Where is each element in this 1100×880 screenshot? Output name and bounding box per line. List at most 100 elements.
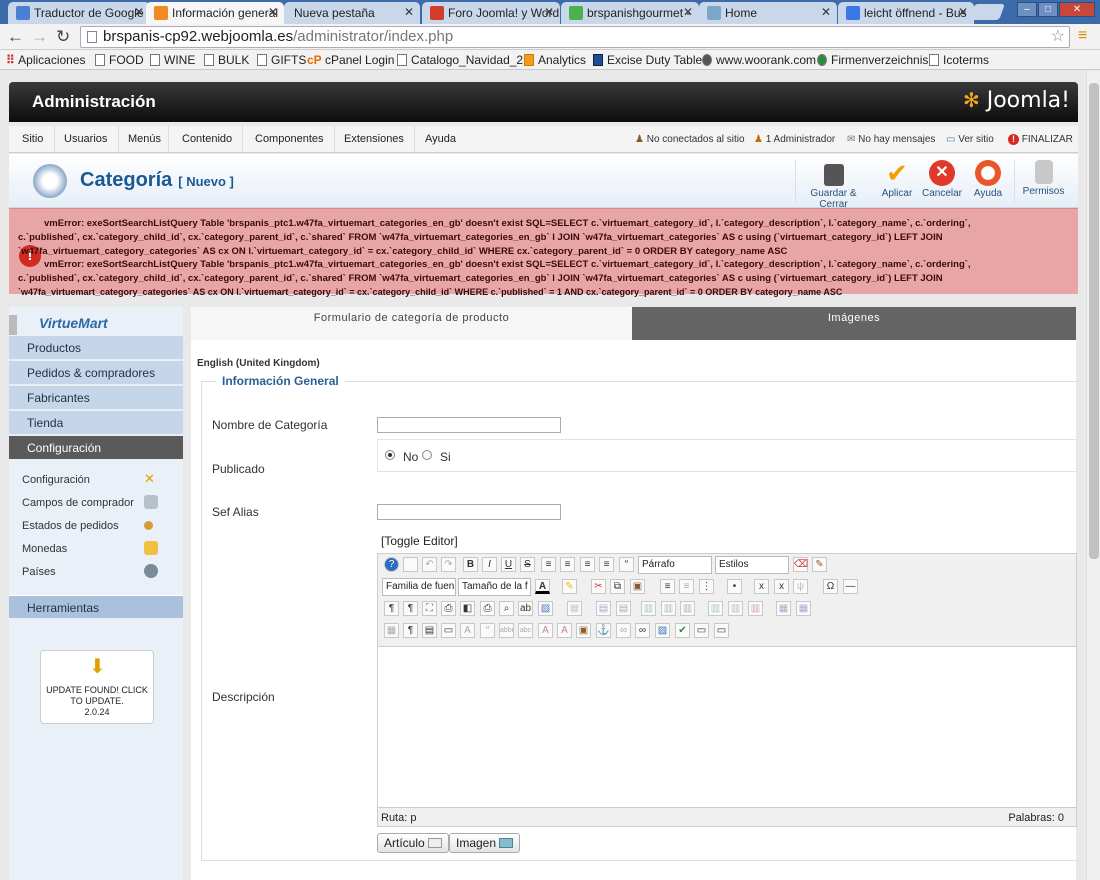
sidebar-item-fabricantes[interactable]: Fabricantes: [9, 386, 183, 410]
show-blocks-icon[interactable]: ¶: [403, 623, 418, 638]
horizontal-rule-icon[interactable]: —: [843, 579, 858, 594]
browser-tab[interactable]: Foro Joomla! y Word ✕: [422, 2, 560, 24]
table-props-icon[interactable]: ▦: [796, 601, 811, 616]
del-icon[interactable]: A: [538, 623, 553, 638]
unlink-icon[interactable]: ∞: [616, 623, 631, 638]
merge-icon[interactable]: ▥: [708, 601, 723, 616]
bookmark-icoterms[interactable]: Icoterms: [929, 53, 989, 67]
forward-arrow-icon[interactable]: →: [31, 27, 48, 47]
update-notice[interactable]: ⬇ UPDATE FOUND! CLICK TO UPDATE. 2.0.24: [40, 650, 154, 724]
help-icon[interactable]: ?: [384, 557, 399, 572]
col-delete-icon[interactable]: ▥: [680, 601, 695, 616]
tab-images[interactable]: Imágenes: [632, 307, 1076, 340]
spellcheck-icon[interactable]: ✔: [675, 623, 690, 638]
tab-category-form[interactable]: Formulario de categoría de producto: [191, 307, 632, 340]
preview-icon[interactable]: ⎙: [441, 601, 456, 616]
bookmark-cpanel[interactable]: cP cPanel Login: [307, 53, 394, 67]
visual-aid-icon[interactable]: ▦: [384, 623, 399, 638]
table-icon[interactable]: ▦: [776, 601, 791, 616]
special-char-icon[interactable]: ψ: [793, 579, 808, 594]
text-color-icon[interactable]: A: [535, 579, 550, 594]
find-icon[interactable]: ⌕: [499, 601, 514, 616]
browser-tab[interactable]: leicht öffnend - Bus ✕: [838, 2, 974, 24]
ltr-icon[interactable]: ¶: [384, 601, 399, 616]
new-doc-icon[interactable]: [403, 557, 418, 572]
close-tab-icon[interactable]: ✕: [268, 5, 278, 19]
bold-icon[interactable]: B: [463, 557, 478, 572]
row-icon[interactable]: ▤: [596, 601, 611, 616]
close-tab-icon[interactable]: ✕: [958, 5, 968, 19]
bookmark-food[interactable]: FOOD: [95, 53, 144, 67]
print-icon[interactable]: ⎙: [480, 601, 495, 616]
strikethrough-icon[interactable]: S: [520, 557, 535, 572]
close-window-button[interactable]: ✕: [1059, 2, 1095, 17]
template-icon[interactable]: ▤: [422, 623, 437, 638]
menu-ayuda[interactable]: Ayuda: [415, 126, 465, 153]
sidebar-item-configuracion[interactable]: Configuración: [9, 436, 183, 460]
html-icon[interactable]: ◧: [460, 601, 475, 616]
menu-usuarios[interactable]: Usuarios: [55, 126, 119, 153]
undo-icon[interactable]: ↶: [422, 557, 437, 572]
link-icon[interactable]: ∞: [635, 623, 650, 638]
pagebreak-icon[interactable]: ▭: [694, 623, 709, 638]
font-family-select[interactable]: Familia de fuen: [382, 578, 456, 596]
attributes-icon[interactable]: ▣: [576, 623, 591, 638]
maximize-button[interactable]: □: [1038, 2, 1058, 17]
col-before-icon[interactable]: ▥: [641, 601, 656, 616]
reload-icon[interactable]: ↻: [56, 27, 70, 47]
align-right-icon[interactable]: ≡: [599, 557, 614, 572]
media-icon[interactable]: ▭: [714, 623, 729, 638]
paste-word-icon[interactable]: ≡: [679, 579, 694, 594]
star-icon[interactable]: ☆: [1051, 27, 1065, 47]
split-icon[interactable]: ▥: [728, 601, 743, 616]
status-messages[interactable]: ✉ No hay mensajes: [847, 126, 935, 153]
category-name-input[interactable]: [377, 417, 561, 433]
browser-tab-active[interactable]: Información general ✕: [146, 2, 284, 24]
browser-tab[interactable]: Nueva pestaña ✕: [284, 2, 420, 24]
bookmark-analytics[interactable]: Analytics: [524, 53, 586, 67]
sidebar-sub-configuracion[interactable]: Configuración ✕: [22, 472, 155, 487]
menu-extensiones[interactable]: Extensiones: [335, 126, 415, 153]
sidebar-item-pedidos[interactable]: Pedidos & compradores: [9, 361, 183, 385]
sidebar-item-tienda[interactable]: Tienda: [9, 411, 183, 435]
menu-icon[interactable]: ≡: [1078, 27, 1087, 45]
sidebar-sub-campos[interactable]: Campos de comprador: [22, 495, 158, 509]
browser-tab[interactable]: Traductor de Google ✕: [8, 2, 150, 24]
image-button[interactable]: Imagen: [449, 833, 521, 853]
close-tab-icon[interactable]: ✕: [404, 5, 414, 19]
cut-icon[interactable]: ✂: [591, 579, 606, 594]
clear-format-icon[interactable]: ⌫: [793, 557, 808, 572]
paste-icon[interactable]: ▣: [630, 579, 645, 594]
subscript-icon[interactable]: x: [754, 579, 769, 594]
scrollbar-thumb[interactable]: [1089, 83, 1099, 559]
sef-alias-input[interactable]: [377, 504, 561, 520]
back-arrow-icon[interactable]: ←: [7, 27, 24, 47]
paste-text-icon[interactable]: ≡: [660, 579, 675, 594]
row-delete-icon[interactable]: ▤: [616, 601, 631, 616]
font-size-select[interactable]: Tamaño de la f: [458, 578, 531, 596]
superscript-icon[interactable]: x: [774, 579, 789, 594]
acronym-icon[interactable]: abc: [518, 623, 533, 638]
highlight-icon[interactable]: ✎: [562, 579, 577, 594]
cancel-button[interactable]: ✕ Cancelar: [920, 160, 964, 204]
bullet-list-icon[interactable]: •: [727, 579, 742, 594]
format-select[interactable]: Párrafo: [638, 556, 712, 574]
view-site-link[interactable]: ▭ Ver sitio: [946, 126, 994, 153]
numbered-list-icon[interactable]: ⋮: [699, 579, 714, 594]
permissions-button[interactable]: Permisos: [1014, 160, 1072, 204]
apply-button[interactable]: ✔ Aplicar: [875, 160, 919, 204]
image-edit-icon[interactable]: ▨: [538, 601, 553, 616]
rtl-icon[interactable]: ¶: [403, 601, 418, 616]
close-tab-icon[interactable]: ✕: [544, 5, 554, 19]
close-tab-icon[interactable]: ✕: [821, 5, 831, 19]
replace-icon[interactable]: ab: [518, 601, 533, 616]
align-center-icon[interactable]: ≡: [560, 557, 575, 572]
save-close-button[interactable]: Guardar & Cerrar: [795, 160, 871, 210]
bookmark-firmen[interactable]: Firmenverzeichnis: [817, 53, 928, 67]
browser-tab[interactable]: brspanishgourmet - ✕: [561, 2, 699, 24]
italic-icon[interactable]: I: [482, 557, 497, 572]
bookmark-catalogo[interactable]: Catalogo_Navidad_2...: [397, 53, 533, 67]
col-after-icon[interactable]: ▥: [661, 601, 676, 616]
menu-sitio[interactable]: Sitio: [9, 126, 55, 153]
cite-icon[interactable]: “: [480, 623, 495, 638]
